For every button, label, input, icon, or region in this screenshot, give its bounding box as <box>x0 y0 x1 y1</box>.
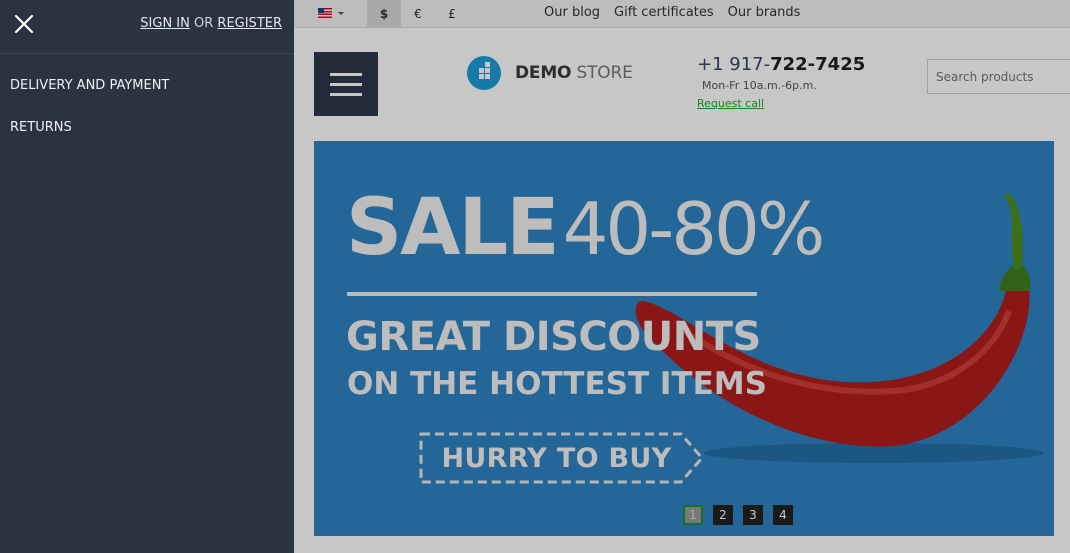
auth-separator: OR <box>194 16 214 31</box>
close-icon[interactable] <box>13 13 35 35</box>
sign-in-link[interactable]: SIGN IN <box>140 16 190 31</box>
register-link[interactable]: REGISTER <box>217 16 282 31</box>
menu-item-returns[interactable]: RETURNS <box>10 121 169 163</box>
menu-item-delivery-and-payment[interactable]: DELIVERY AND PAYMENT <box>10 79 169 121</box>
dim-overlay[interactable] <box>294 0 1070 553</box>
drawer-menu: DELIVERY AND PAYMENT RETURNS <box>10 79 169 163</box>
side-drawer: SIGN IN OR REGISTER DELIVERY AND PAYMENT… <box>0 0 294 553</box>
drawer-header: SIGN IN OR REGISTER <box>0 0 294 54</box>
auth-links: SIGN IN OR REGISTER <box>140 16 282 31</box>
